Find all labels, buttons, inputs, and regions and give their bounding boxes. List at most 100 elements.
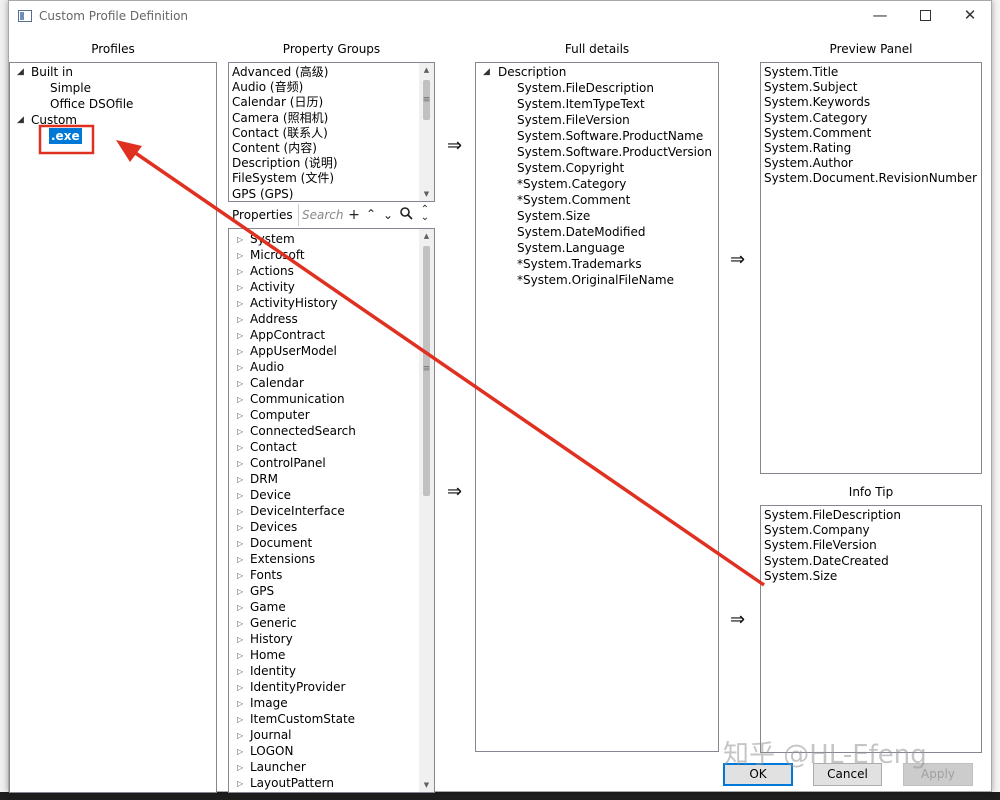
preview-panel-item[interactable]: System.Category	[764, 110, 867, 126]
preview-panel-item[interactable]: System.Document.RevisionNumber	[764, 170, 977, 186]
property-item[interactable]: Device	[250, 487, 291, 503]
property-item[interactable]: Extensions	[250, 551, 315, 567]
collapsed-triangle-icon[interactable]: ▷	[237, 523, 243, 532]
property-item[interactable]: Home	[250, 647, 285, 663]
tree-item-office-dsofile[interactable]: Office DSOfile	[50, 96, 133, 112]
full-details-item[interactable]: System.Language	[517, 240, 625, 256]
full-details-item[interactable]: *System.OriginalFileName	[517, 272, 674, 288]
collapsed-triangle-icon[interactable]: ▷	[237, 747, 243, 756]
full-details-item[interactable]: *System.Comment	[517, 192, 630, 208]
full-details-item[interactable]: System.DateModified	[517, 224, 645, 240]
collapsed-triangle-icon[interactable]: ▷	[237, 459, 243, 468]
full-details-item[interactable]: System.FileDescription	[517, 80, 654, 96]
add-to-infotip-arrow[interactable]: ⇒	[730, 609, 745, 630]
property-item[interactable]: Launcher	[250, 759, 306, 775]
add-property-arrow[interactable]: ⇒	[447, 481, 462, 502]
properties-scrollbar[interactable]: ▲ ≡ ▼	[419, 229, 434, 792]
collapsed-triangle-icon[interactable]: ▷	[237, 667, 243, 676]
full-details-item[interactable]: System.Copyright	[517, 160, 624, 176]
property-group-item[interactable]: Calendar (日历)	[232, 94, 323, 110]
collapsed-triangle-icon[interactable]: ▷	[237, 491, 243, 500]
property-item[interactable]: History	[250, 631, 293, 647]
full-details-item[interactable]: System.Size	[517, 208, 590, 224]
property-item[interactable]: Game	[250, 599, 286, 615]
collapsed-triangle-icon[interactable]: ▷	[237, 443, 243, 452]
property-item[interactable]: Computer	[250, 407, 310, 423]
property-item[interactable]: Fonts	[250, 567, 282, 583]
collapsed-triangle-icon[interactable]: ▷	[237, 267, 243, 276]
property-item[interactable]: LayoutPattern	[250, 775, 334, 791]
collapsed-triangle-icon[interactable]: ▷	[237, 763, 243, 772]
preview-panel-item[interactable]: System.Title	[764, 64, 838, 80]
collapsed-triangle-icon[interactable]: ▷	[237, 715, 243, 724]
property-group-item[interactable]: FileSystem (文件)	[232, 170, 334, 186]
collapsed-triangle-icon[interactable]: ▷	[237, 619, 243, 628]
property-groups-list[interactable]: Advanced (高级) Audio (音频) Calendar (日历) Came…	[228, 62, 435, 202]
scroll-down-icon[interactable]: ▼	[419, 187, 434, 201]
collapsed-triangle-icon[interactable]: ▷	[237, 331, 243, 340]
property-item[interactable]: Calendar	[250, 375, 304, 391]
full-details-item[interactable]: System.FileVersion	[517, 112, 630, 128]
collapsed-triangle-icon[interactable]: ▷	[237, 731, 243, 740]
property-item[interactable]: Identity	[250, 663, 296, 679]
collapsed-triangle-icon[interactable]: ▷	[237, 555, 243, 564]
collapsed-triangle-icon[interactable]: ▷	[237, 603, 243, 612]
expand-collapse-icon[interactable]: ⌃ ⌄	[418, 205, 432, 223]
chevron-down-icon[interactable]: ⌄	[381, 207, 395, 223]
property-item[interactable]: Actions	[250, 263, 294, 279]
property-group-item[interactable]: Advanced (高级)	[232, 64, 328, 80]
expand-triangle-icon[interactable]: ◢	[483, 67, 490, 77]
properties-search-input[interactable]: Search	[302, 208, 344, 222]
property-item[interactable]: Audio	[250, 359, 284, 375]
collapsed-triangle-icon[interactable]: ▷	[237, 395, 243, 404]
expand-triangle-icon[interactable]: ◢	[17, 115, 24, 125]
preview-panel-item[interactable]: System.Subject	[764, 79, 857, 95]
full-details-item[interactable]: *System.Trademarks	[517, 256, 642, 272]
info-tip-item[interactable]: System.FileVersion	[764, 537, 877, 553]
tree-item-simple[interactable]: Simple	[50, 80, 91, 96]
property-item[interactable]: IdentityProvider	[250, 679, 345, 695]
property-item[interactable]: Microsoft	[250, 247, 305, 263]
collapsed-triangle-icon[interactable]: ▷	[237, 779, 243, 788]
scroll-down-icon[interactable]: ▼	[419, 778, 434, 792]
collapsed-triangle-icon[interactable]: ▷	[237, 539, 243, 548]
minimize-button[interactable]: —	[857, 1, 903, 32]
property-item[interactable]: Address	[250, 311, 298, 327]
property-item[interactable]: Communication	[250, 391, 345, 407]
collapsed-triangle-icon[interactable]: ▷	[237, 571, 243, 580]
collapsed-triangle-icon[interactable]: ▷	[237, 427, 243, 436]
property-group-item[interactable]: Contact (联系人)	[232, 125, 328, 141]
add-to-full-details-arrow[interactable]: ⇒	[447, 135, 462, 156]
property-group-item[interactable]: Audio (音频)	[232, 79, 303, 95]
full-details-item[interactable]: System.Software.ProductName	[517, 128, 703, 144]
property-item[interactable]: AppContract	[250, 327, 325, 343]
full-details-group-description[interactable]: Description	[498, 64, 566, 80]
info-tip-item[interactable]: System.FileDescription	[764, 507, 901, 523]
property-item[interactable]: DRM	[250, 471, 278, 487]
collapsed-triangle-icon[interactable]: ▷	[237, 635, 243, 644]
info-tip-item[interactable]: System.Company	[764, 522, 870, 538]
collapsed-triangle-icon[interactable]: ▷	[237, 507, 243, 516]
scroll-up-icon[interactable]: ▲	[419, 229, 434, 243]
collapsed-triangle-icon[interactable]: ▷	[237, 683, 243, 692]
full-details-list[interactable]: ◢ Description System.FileDescription Syst…	[475, 62, 719, 752]
property-group-item[interactable]: Camera (照相机)	[232, 110, 328, 126]
info-tip-list[interactable]: System.FileDescription System.Company Syst…	[760, 505, 982, 753]
tree-node-builtin[interactable]: Built in	[31, 64, 73, 80]
full-details-item[interactable]: System.ItemTypeText	[517, 96, 645, 112]
property-group-item[interactable]: Description (说明)	[232, 155, 338, 171]
property-item[interactable]: Image	[250, 695, 288, 711]
info-tip-item[interactable]: System.DateCreated	[764, 553, 889, 569]
collapsed-triangle-icon[interactable]: ▷	[237, 651, 243, 660]
collapsed-triangle-icon[interactable]: ▷	[237, 379, 243, 388]
full-details-item[interactable]: *System.Category	[517, 176, 626, 192]
collapsed-triangle-icon[interactable]: ▷	[237, 699, 243, 708]
close-button[interactable]: ✕	[947, 1, 993, 32]
collapsed-triangle-icon[interactable]: ▷	[237, 363, 243, 372]
property-item[interactable]: Journal	[250, 727, 292, 743]
property-item[interactable]: DeviceInterface	[250, 503, 345, 519]
property-item[interactable]: GPS	[250, 583, 274, 599]
tree-item-exe[interactable]: .exe	[49, 128, 82, 144]
expand-triangle-icon[interactable]: ◢	[17, 67, 24, 77]
property-item[interactable]: Document	[250, 535, 312, 551]
